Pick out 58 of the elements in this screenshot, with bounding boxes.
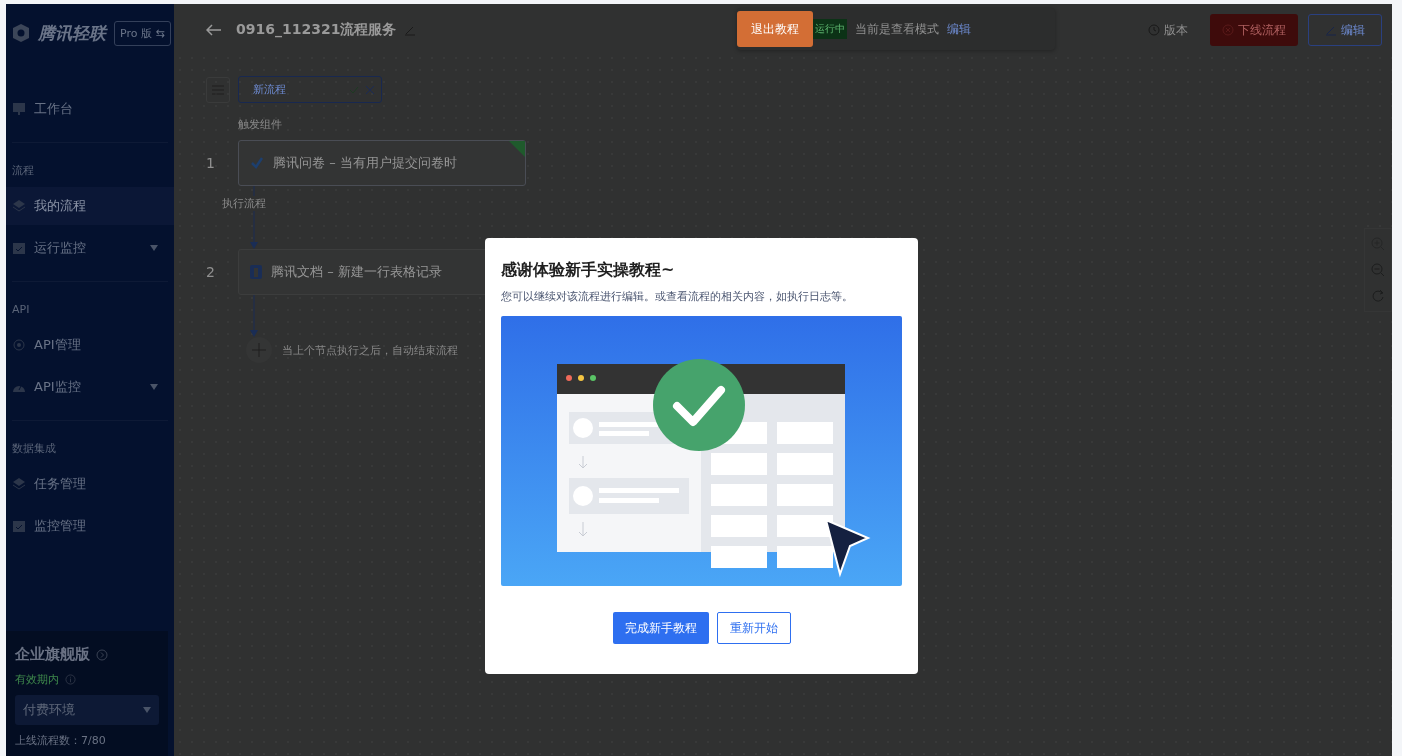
calendar-icon [12, 241, 26, 255]
caret-down-icon [150, 384, 158, 390]
nav-item[interactable]: 运行监控 [6, 229, 174, 267]
nav-item[interactable]: API管理 [6, 326, 174, 364]
name-input[interactable]: 新流程 [251, 82, 343, 97]
nav-item[interactable]: 工作台 [6, 90, 174, 128]
version-button[interactable]: 版本 [1148, 21, 1188, 39]
offline-button[interactable]: 下线流程 [1210, 14, 1298, 46]
quota-text: 上线流程数：7/80 [15, 733, 107, 748]
pencil-icon [1325, 24, 1337, 36]
nav-item[interactable]: 任务管理 [6, 465, 174, 503]
edit-link[interactable]: 编辑 [947, 20, 971, 38]
app-logo: 腾讯轻联 [38, 21, 106, 45]
flow-name-field[interactable]: 新流程 [238, 76, 382, 103]
layers-icon [12, 477, 26, 491]
nav-group-label: 数据集成 [11, 440, 57, 457]
checkmark-icon [249, 155, 265, 171]
close-icon[interactable] [365, 84, 375, 95]
step-number: 1 [206, 155, 216, 171]
step-number: 2 [206, 264, 216, 280]
status-tag: 运行中 [813, 19, 847, 39]
flow-title: 0916_112321流程服务 [236, 21, 397, 39]
add-node-button[interactable] [246, 337, 272, 363]
edit-button[interactable]: 编辑 [1308, 14, 1382, 46]
info-icon[interactable] [65, 674, 76, 685]
caret-down-icon [143, 707, 151, 713]
nav-item[interactable]: API监控 [6, 368, 174, 406]
layers-icon [12, 199, 26, 213]
environment-select[interactable]: 付费环境 [15, 695, 159, 725]
flow-node-card[interactable]: 腾讯问卷 – 当有用户提交问卷时 [238, 140, 526, 186]
connector-arrow [250, 211, 258, 249]
plan-name: 企业旗舰版 [15, 645, 90, 664]
nav-group-label: API [11, 301, 31, 318]
connector-arrow [250, 295, 258, 337]
validity-text: 有效期内 [15, 672, 59, 687]
finish-tutorial-button[interactable]: 完成新手教程 [612, 612, 709, 644]
connector-line [250, 186, 258, 196]
edition-switch-button[interactable]: Pro 版 ⇆ [114, 20, 171, 46]
close-circle-icon [1222, 24, 1234, 36]
calendar-icon [12, 519, 26, 533]
back-arrow-icon[interactable] [206, 24, 222, 36]
end-hint-text: 当上个节点执行之后，自动结束流程 [282, 342, 458, 358]
mode-text: 当前是查看模式 [855, 20, 939, 38]
restart-button[interactable]: 重新开始 [716, 612, 791, 644]
nav-item[interactable]: 我的流程 [6, 187, 174, 225]
nav-item[interactable]: 监控管理 [6, 507, 174, 545]
nav-group-label: 流程 [11, 162, 35, 179]
check-icon[interactable] [349, 84, 359, 95]
monitor-icon [12, 102, 26, 116]
api-icon [12, 338, 26, 352]
selected-corner-icon [509, 141, 525, 157]
section-label: 触发组件 [238, 117, 283, 132]
document-icon [249, 264, 263, 280]
logo-icon [12, 23, 30, 43]
section-label: 执行流程 [222, 196, 267, 211]
chevron-circle-icon[interactable] [96, 648, 108, 661]
caret-down-icon [150, 245, 158, 251]
exit-tutorial-button[interactable]: 退出教程 [737, 11, 813, 47]
